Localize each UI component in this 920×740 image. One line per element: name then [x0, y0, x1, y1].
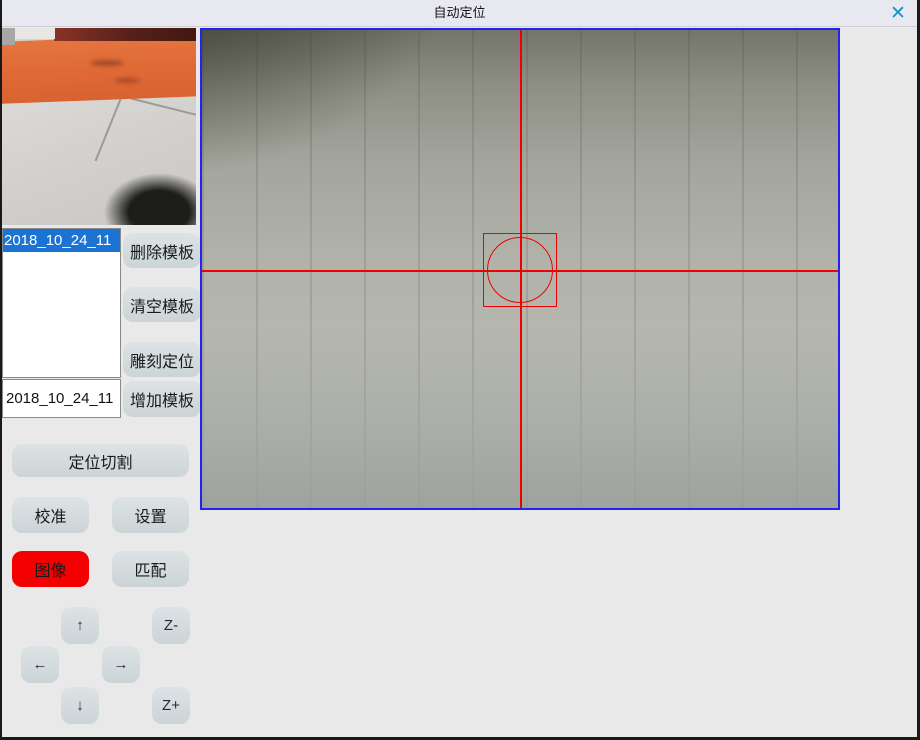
engrave-position-button[interactable]: 雕刻定位 — [123, 342, 201, 377]
titlebar: 自动定位 ✕ — [2, 0, 917, 27]
camera-view[interactable] — [200, 28, 840, 510]
template-preview-image — [2, 28, 196, 225]
thumb-gray-block — [2, 28, 15, 45]
target-circle-overlay — [487, 237, 553, 303]
thumb-maroon-strip — [54, 28, 196, 41]
dialog-title: 自动定位 — [2, 0, 917, 27]
clear-templates-button[interactable]: 清空模板 — [123, 287, 201, 322]
jog-up-button[interactable]: ↑ — [61, 607, 99, 644]
settings-button[interactable]: 设置 — [112, 497, 189, 533]
match-button[interactable]: 匹配 — [112, 551, 189, 587]
jog-left-button[interactable]: ← — [21, 646, 59, 683]
template-listbox[interactable]: 2018_10_24_11 — [2, 228, 121, 378]
template-name-input[interactable] — [2, 379, 121, 418]
template-list-item[interactable]: 2018_10_24_11 — [3, 229, 120, 252]
jog-z-plus-button[interactable]: Z+ — [152, 687, 190, 724]
thumb-smudge — [114, 78, 140, 83]
delete-template-button[interactable]: 删除模板 — [123, 233, 201, 268]
thumb-white-sliver — [15, 28, 55, 39]
auto-position-dialog: 自动定位 ✕ 2018_10_24_11 删除模板 清空模板 雕刻定位 增加模板… — [0, 0, 920, 740]
jog-right-button[interactable]: → — [102, 646, 140, 683]
add-template-button[interactable]: 增加模板 — [123, 381, 201, 417]
image-button[interactable]: 图像 — [12, 551, 89, 587]
jog-down-button[interactable]: ↓ — [61, 687, 99, 724]
camera-feed — [202, 30, 838, 508]
jog-z-minus-button[interactable]: Z- — [152, 607, 190, 644]
close-icon[interactable]: ✕ — [886, 2, 910, 26]
position-cut-button[interactable]: 定位切割 — [12, 444, 189, 477]
calibrate-button[interactable]: 校准 — [12, 497, 89, 533]
thumb-smudge — [90, 60, 124, 66]
thumb-orange-edge — [2, 34, 196, 104]
